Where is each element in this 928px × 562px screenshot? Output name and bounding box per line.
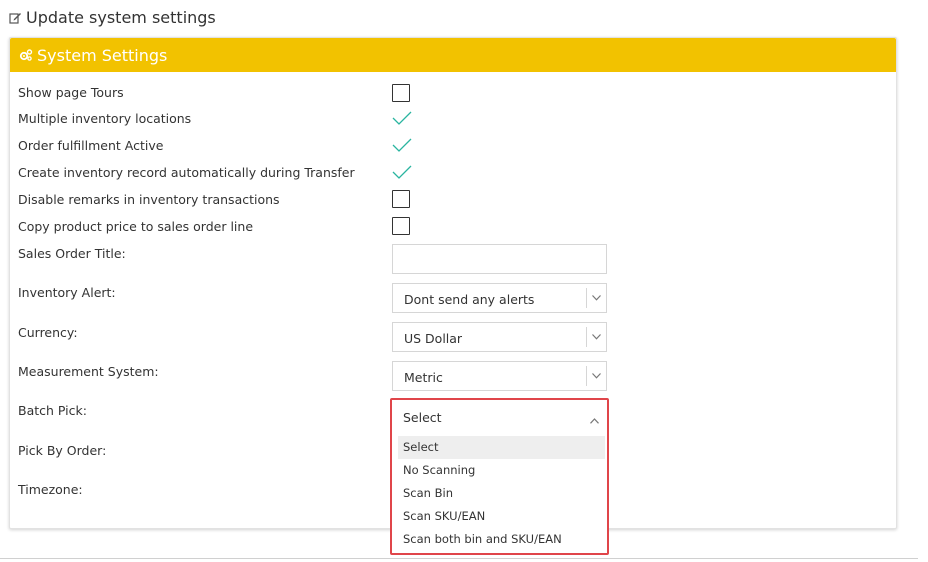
create-inventory-record-label: Create inventory record automatically du… xyxy=(18,165,355,180)
show-page-tours-label: Show page Tours xyxy=(18,85,124,100)
panel-header: System Settings xyxy=(10,38,896,72)
inventory-alert-select[interactable]: Dont send any alerts xyxy=(392,283,607,313)
chevron-down-icon xyxy=(586,288,606,308)
option-select[interactable]: Select xyxy=(398,436,605,459)
page-title-text: Update system settings xyxy=(26,8,216,27)
option-no-scanning[interactable]: No Scanning xyxy=(398,459,605,482)
sales-order-title-label: Sales Order Title: xyxy=(18,246,126,261)
option-scan-bin[interactable]: Scan Bin xyxy=(398,482,605,505)
cogs-icon xyxy=(19,48,33,62)
measurement-system-select[interactable]: Metric xyxy=(392,361,607,391)
disable-remarks-label: Disable remarks in inventory transaction… xyxy=(18,192,280,207)
batch-pick-select[interactable]: Select xyxy=(392,400,607,434)
order-fulfillment-active-label: Order fulfillment Active xyxy=(18,138,164,153)
batch-pick-value: Select xyxy=(403,410,442,425)
page-title: Update system settings xyxy=(9,8,216,27)
currency-value: US Dollar xyxy=(404,331,463,346)
create-inventory-record-checkbox[interactable] xyxy=(392,164,412,180)
edit-icon xyxy=(9,11,22,24)
chevron-down-icon xyxy=(586,327,606,347)
divider xyxy=(0,558,918,559)
order-fulfillment-active-checkbox[interactable] xyxy=(392,137,412,153)
show-page-tours-checkbox[interactable] xyxy=(392,84,410,102)
copy-product-price-label: Copy product price to sales order line xyxy=(18,219,254,234)
multiple-inventory-locations-checkbox[interactable] xyxy=(392,110,412,126)
option-scan-sku-ean[interactable]: Scan SKU/EAN xyxy=(398,505,605,528)
copy-product-price-checkbox[interactable] xyxy=(392,217,410,235)
inventory-alert-value: Dont send any alerts xyxy=(404,292,535,307)
currency-label: Currency: xyxy=(18,325,78,340)
chevron-up-icon xyxy=(590,412,599,427)
chevron-down-icon xyxy=(586,366,606,386)
inventory-alert-label: Inventory Alert: xyxy=(18,285,116,300)
panel-title: System Settings xyxy=(37,45,168,65)
measurement-system-label: Measurement System: xyxy=(18,364,159,379)
pick-by-order-label: Pick By Order: xyxy=(18,443,107,458)
multiple-inventory-locations-label: Multiple inventory locations xyxy=(18,111,192,126)
batch-pick-label: Batch Pick: xyxy=(18,403,87,418)
option-scan-both-bin-and-sku-ean[interactable]: Scan both bin and SKU/EAN xyxy=(398,528,605,551)
disable-remarks-checkbox[interactable] xyxy=(392,190,410,208)
timezone-label: Timezone: xyxy=(18,482,83,497)
measurement-system-value: Metric xyxy=(404,370,443,385)
currency-select[interactable]: US Dollar xyxy=(392,322,607,352)
batch-pick-options: Select No Scanning Scan Bin Scan SKU/EAN… xyxy=(398,436,605,551)
sales-order-title-input[interactable] xyxy=(392,244,607,274)
